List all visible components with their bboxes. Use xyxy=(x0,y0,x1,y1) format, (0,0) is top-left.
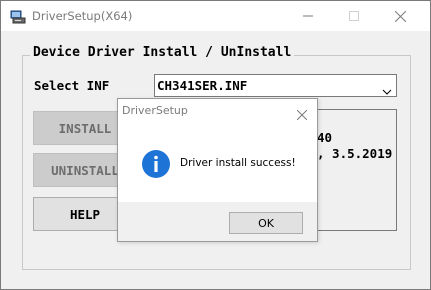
maximize-button[interactable] xyxy=(331,1,377,31)
ok-button[interactable]: OK xyxy=(229,212,303,234)
dialog-message: Driver install success! xyxy=(180,157,296,169)
dialog-close-icon[interactable] xyxy=(296,105,308,124)
minimize-icon xyxy=(303,15,313,17)
driver-setup-window: DriverSetup(X64) Device Driver Install /… xyxy=(0,0,431,290)
close-icon xyxy=(394,10,406,22)
title-bar[interactable]: DriverSetup(X64) xyxy=(1,1,430,31)
message-dialog: DriverSetup Driver install success! OK xyxy=(117,98,318,242)
minimize-button[interactable] xyxy=(285,1,331,31)
dialog-footer: OK xyxy=(118,202,317,241)
close-button[interactable] xyxy=(377,1,423,31)
dialog-title: DriverSetup xyxy=(122,104,188,117)
group-title: Device Driver Install / UnInstall xyxy=(30,45,295,60)
chevron-down-icon[interactable] xyxy=(382,81,392,100)
inf-select[interactable]: CH341SER.INF xyxy=(154,74,397,97)
help-button-label: HELP xyxy=(69,206,101,222)
driver-setup-app-icon xyxy=(10,9,26,24)
driver-info-line-1: 40 xyxy=(317,130,333,145)
select-inf-label: Select INF xyxy=(34,78,110,93)
info-icon xyxy=(141,149,171,183)
inf-select-value: CH341SER.INF xyxy=(157,78,248,93)
driver-info-line-2: , 3.5.2019 xyxy=(317,146,393,161)
window-title: DriverSetup(X64) xyxy=(32,9,133,23)
uninstall-button-label: UNINSTALL xyxy=(51,162,119,178)
install-button-label: INSTALL xyxy=(58,120,112,136)
maximize-icon xyxy=(349,11,359,21)
